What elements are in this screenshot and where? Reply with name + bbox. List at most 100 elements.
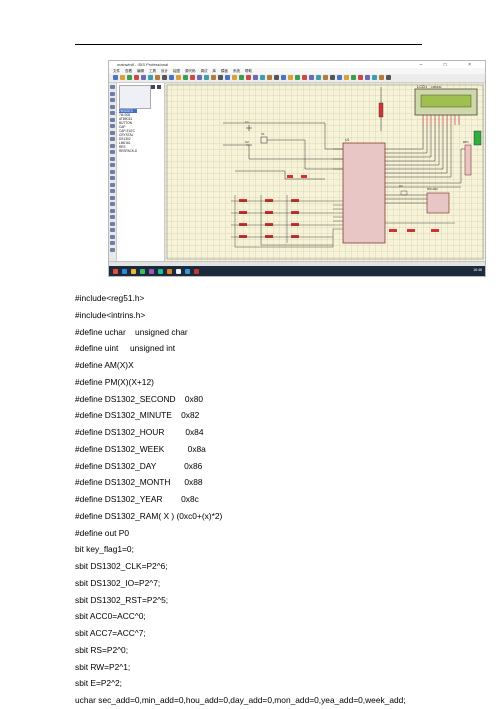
toolbar-icon[interactable] — [253, 75, 258, 80]
toolbar-icon[interactable] — [211, 75, 216, 80]
os-taskbar: 16:48 — [109, 266, 485, 276]
toolbar-icon[interactable] — [379, 75, 384, 80]
menu-item[interactable]: 绘图 — [173, 69, 180, 74]
toolbar-icon[interactable] — [232, 75, 237, 80]
taskbar-app-icon[interactable] — [194, 269, 199, 274]
toolbar-icon[interactable] — [372, 75, 377, 80]
toolbar-icon[interactable] — [309, 75, 314, 80]
mode-tool-icon[interactable] — [110, 143, 115, 148]
taskbar-app-icon[interactable] — [158, 269, 163, 274]
mode-tool-icon[interactable] — [110, 215, 115, 219]
menu-item[interactable]: 调试 — [201, 69, 208, 74]
mode-tool-icon[interactable] — [110, 228, 115, 232]
taskbar-app-icon[interactable] — [113, 269, 118, 274]
toolbar-icon[interactable] — [162, 75, 167, 80]
toolbar-icon[interactable] — [344, 75, 349, 80]
toolbar-icon[interactable] — [337, 75, 342, 80]
code-line: sbit ACC7=ACC^7; — [75, 628, 146, 638]
mode-tool-icon[interactable] — [110, 247, 115, 252]
code-line: #define PM(X)(X+12) — [75, 376, 154, 387]
toolbar-icon[interactable] — [239, 75, 244, 80]
menu-item[interactable]: 模板 — [221, 69, 228, 74]
mode-tool-icon[interactable] — [110, 221, 115, 226]
menu-item[interactable]: 工具 — [149, 69, 156, 74]
code-line: bit key_flag1=0; — [75, 544, 134, 555]
menu-item[interactable]: 编辑 — [137, 69, 144, 74]
toolbar-icon[interactable] — [218, 75, 223, 80]
toolbar-icon[interactable] — [169, 75, 174, 80]
mode-tool-icon[interactable] — [110, 137, 115, 141]
ds1302-label: DS1302 — [427, 187, 438, 191]
mode-tool-icon[interactable] — [110, 98, 115, 102]
toolbar-icon[interactable] — [302, 75, 307, 80]
mode-tool-icon[interactable] — [110, 189, 115, 193]
toolbar-icon[interactable] — [113, 75, 118, 80]
taskbar-app-icon[interactable] — [149, 269, 154, 274]
taskbar-app-icon[interactable] — [185, 269, 190, 274]
toolbar-icon[interactable] — [295, 75, 300, 80]
taskbar-app-icon[interactable] — [176, 269, 181, 274]
toolbar-icon[interactable] — [288, 75, 293, 80]
toolbar-icon[interactable] — [260, 75, 265, 80]
toolbar-icon[interactable] — [127, 75, 132, 80]
toolbar-icon[interactable] — [365, 75, 370, 80]
toolbar-icon[interactable] — [225, 75, 230, 80]
device-list-item[interactable]: RESPACK-8 — [119, 149, 137, 153]
mode-tool-icon[interactable] — [110, 163, 115, 167]
mode-tool-icon[interactable] — [110, 156, 115, 161]
toolbar-icon[interactable] — [176, 75, 181, 80]
toolbar-icon[interactable] — [281, 75, 286, 80]
toolbar-icon[interactable] — [134, 75, 139, 80]
toolbar-icon[interactable] — [351, 75, 356, 80]
code-line: sbit DS1302_IO=P2^7; — [75, 577, 161, 588]
mode-tool-icon[interactable] — [110, 208, 115, 213]
mode-tool-icon[interactable] — [110, 234, 115, 239]
toolbar-icon[interactable] — [386, 75, 391, 80]
toolbar-icon[interactable] — [204, 75, 209, 80]
taskbar-app-icon[interactable] — [167, 269, 172, 274]
toolbar-icon[interactable] — [155, 75, 160, 80]
toolbar-icon[interactable] — [330, 75, 335, 80]
taskbar-app-icon[interactable] — [122, 269, 127, 274]
mode-tool-icon[interactable] — [110, 176, 115, 180]
window-title: mainwin8 - ISIS Professional — [117, 62, 169, 67]
mode-tool-icon[interactable] — [110, 104, 115, 109]
menu-item[interactable]: 库 — [213, 69, 217, 74]
toolbar-icon[interactable] — [190, 75, 195, 80]
toolbar-icon[interactable] — [274, 75, 279, 80]
taskbar-app-icon[interactable] — [131, 269, 136, 274]
toolbar-icon[interactable] — [148, 75, 153, 80]
mode-tool-icon[interactable] — [110, 182, 115, 187]
toolbar-icon[interactable] — [267, 75, 272, 80]
mode-tool-icon[interactable] — [110, 124, 115, 128]
x1-label: X1 — [261, 132, 265, 136]
menu-item[interactable]: 系统 — [233, 69, 240, 74]
mode-tool-icon[interactable] — [110, 150, 115, 154]
menu-item[interactable]: 文件 — [113, 69, 120, 74]
mode-tool-icon[interactable] — [110, 111, 115, 115]
toolbar-icon[interactable] — [183, 75, 188, 80]
menu-item[interactable]: 源代码 — [185, 69, 196, 74]
mode-tool-icon[interactable] — [110, 91, 115, 96]
toolbar-icon[interactable] — [120, 75, 125, 80]
mode-tool-icon[interactable] — [110, 85, 115, 89]
code-line: #define DS1302_DAY 0x86 — [75, 460, 203, 471]
toolbar-icon[interactable] — [141, 75, 146, 80]
mode-tool-icon[interactable] — [110, 241, 115, 245]
toolbar-icon[interactable] — [246, 75, 251, 80]
code-line: sbit E=P2^2; — [75, 678, 122, 689]
menu-item[interactable]: 帮助 — [245, 69, 252, 74]
code-line: #define uint unsigned int — [75, 343, 176, 354]
menu-item[interactable]: 查看 — [125, 69, 132, 74]
mode-tool-icon[interactable] — [110, 202, 115, 206]
toolbar-icon[interactable] — [197, 75, 202, 80]
toolbar-icon[interactable] — [358, 75, 363, 80]
taskbar-app-icon[interactable] — [140, 269, 145, 274]
menu-item[interactable]: 设计 — [161, 69, 168, 74]
toolbar-icon[interactable] — [323, 75, 328, 80]
toolbar-icon[interactable] — [316, 75, 321, 80]
mode-tool-icon[interactable] — [110, 130, 115, 135]
mode-tool-icon[interactable] — [110, 169, 115, 174]
mode-tool-icon[interactable] — [110, 195, 115, 200]
mode-tool-icon[interactable] — [110, 117, 115, 122]
